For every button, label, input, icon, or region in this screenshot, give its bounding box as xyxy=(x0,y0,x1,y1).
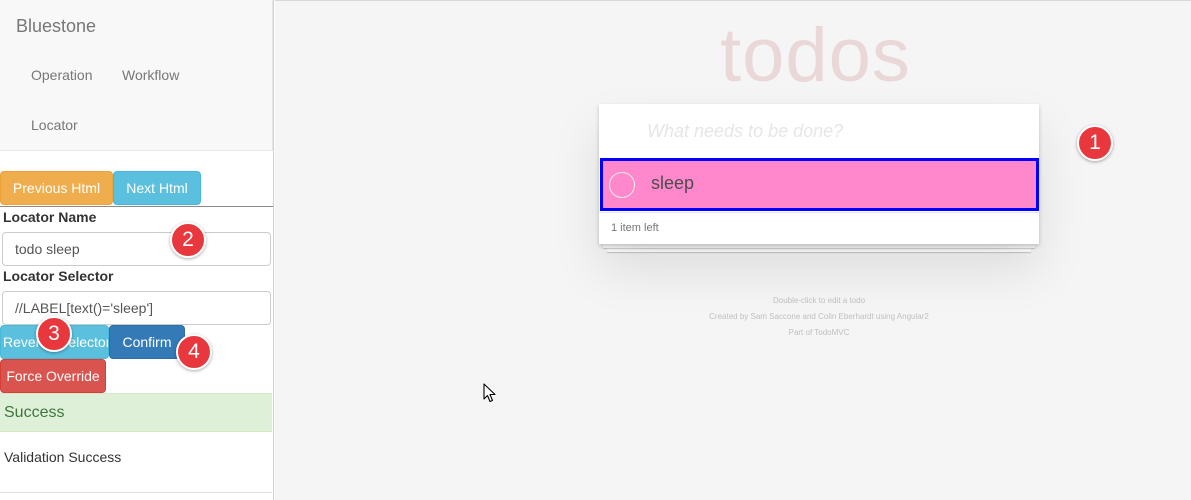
nav-item-locator[interactable]: Locator xyxy=(31,117,78,133)
next-html-button[interactable]: Next Html xyxy=(113,171,201,205)
info-edit-hint: Double-click to edit a todo xyxy=(772,296,866,305)
confirm-button[interactable]: Confirm xyxy=(109,325,185,359)
brand-logo[interactable]: Bluestone xyxy=(16,16,96,37)
card-stack-shadow xyxy=(603,244,1035,248)
step-badge-4: 4 xyxy=(176,334,212,370)
locator-name-label: Locator Name xyxy=(3,209,97,225)
new-todo-input[interactable]: What needs to be done? xyxy=(647,121,843,142)
previous-html-button[interactable]: Previous Html xyxy=(0,171,113,205)
card-stack-shadow xyxy=(607,248,1031,252)
locator-name-input[interactable]: todo sleep xyxy=(2,232,271,266)
items-left-count: 1 item left xyxy=(611,222,659,234)
validation-message: Validation Success xyxy=(4,449,122,465)
locator-selector-label: Locator Selector xyxy=(3,268,114,284)
force-override-button[interactable]: Force Override xyxy=(0,359,106,393)
info-todomvc-link[interactable]: Part of TodoMVC xyxy=(700,328,938,337)
todo-footer-divider xyxy=(599,212,1039,213)
nav-item-operation[interactable]: Operation xyxy=(31,67,92,83)
todo-app-title: todos xyxy=(720,13,911,98)
info-credits: Created by Sam Saccone and Colin Eberhar… xyxy=(709,312,929,321)
step-badge-2: 2 xyxy=(170,222,206,258)
todo-item-label[interactable]: sleep xyxy=(651,173,694,194)
divider xyxy=(0,492,272,493)
locator-sidebar: Bluestone Operation Workflow Locator Pre… xyxy=(0,0,274,500)
mouse-pointer-icon xyxy=(483,383,496,403)
nav-item-workflow[interactable]: Workflow xyxy=(122,67,179,83)
success-alert-text: Success xyxy=(4,404,65,421)
todo-toggle-circle-icon[interactable] xyxy=(609,172,635,198)
navbar: Bluestone Operation Workflow Locator xyxy=(0,0,273,151)
step-badge-3: 3 xyxy=(36,316,72,352)
step-badge-1: 1 xyxy=(1077,125,1113,161)
success-alert: Success xyxy=(0,393,272,432)
